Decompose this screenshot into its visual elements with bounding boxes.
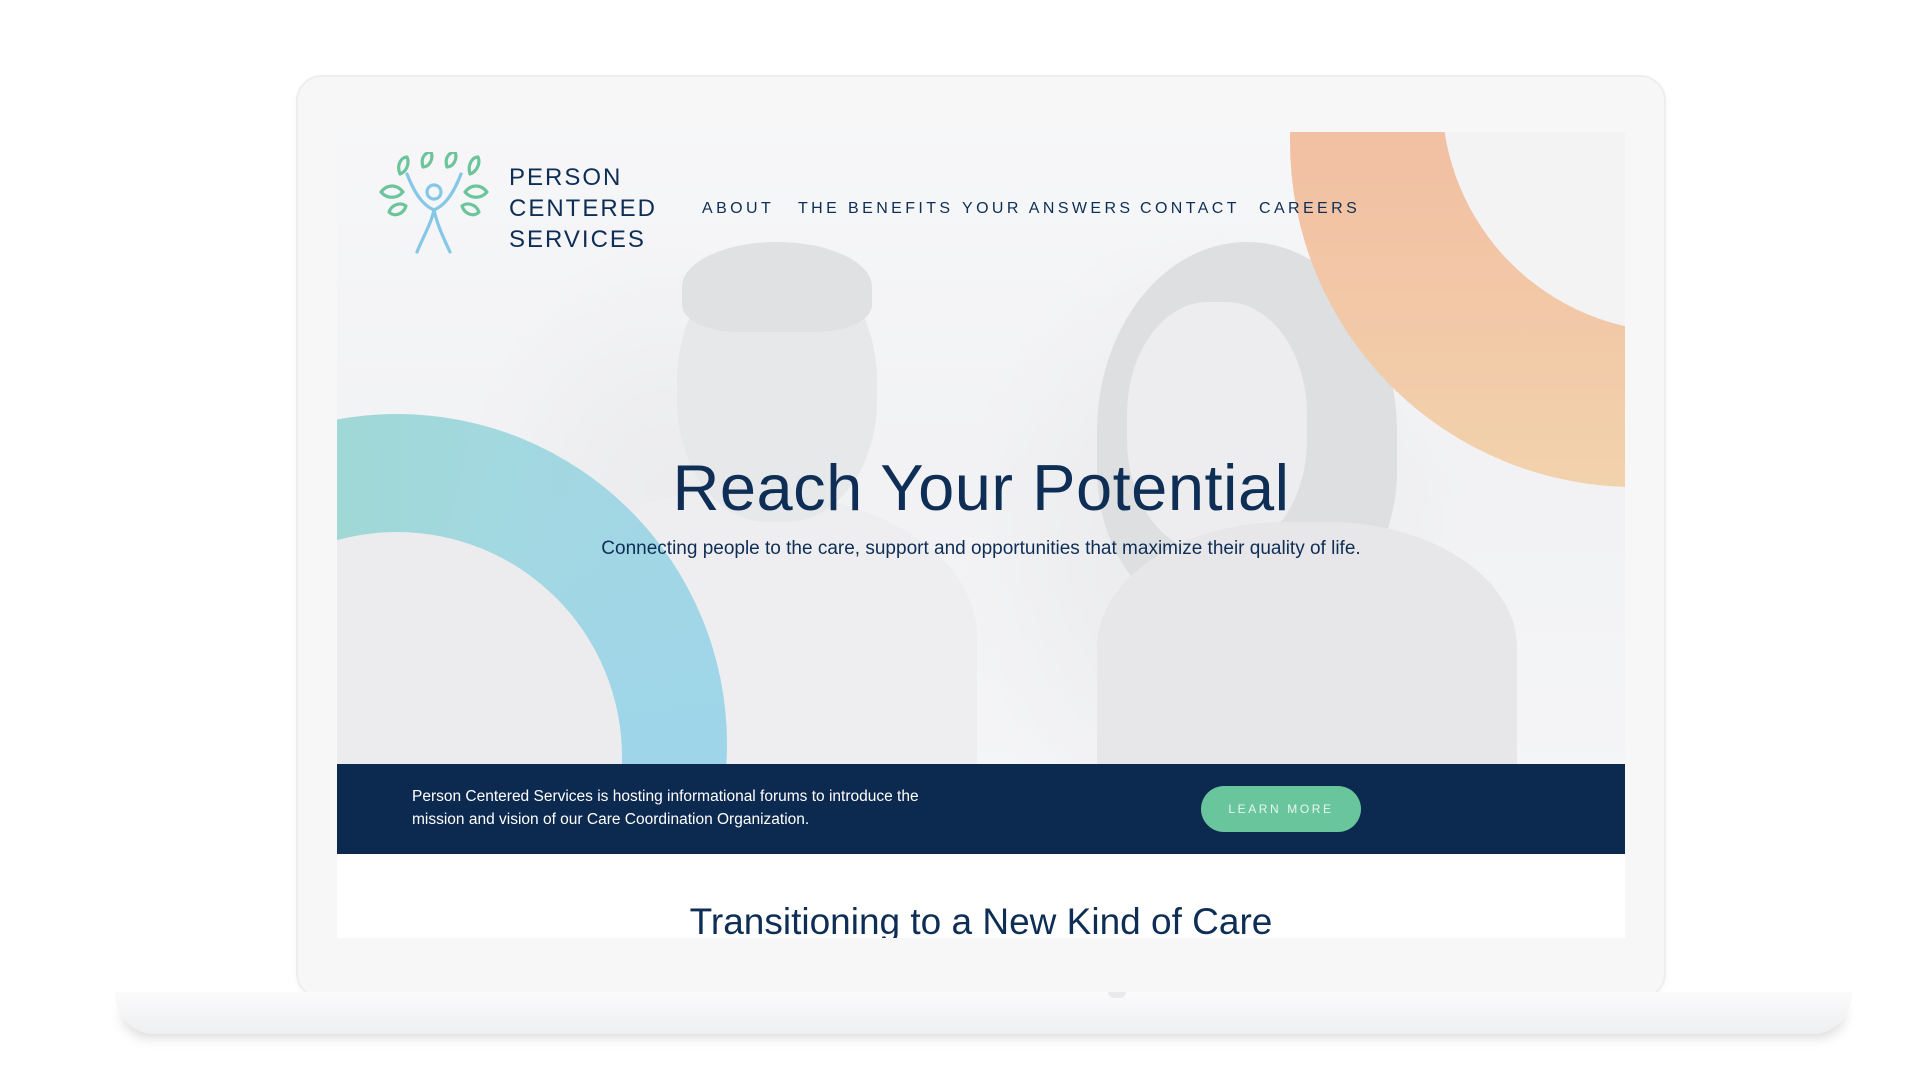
learn-more-button[interactable]: LEARN MORE: [1201, 786, 1361, 832]
nav-item-contact[interactable]: CONTACT: [1140, 200, 1240, 218]
laptop-base: [115, 992, 1852, 1034]
brand-line-3: SERVICES: [509, 226, 646, 253]
nav-item-about[interactable]: ABOUT: [702, 200, 774, 218]
hero-section: PERSON CENTERED SERVICES ABOUT THE BENEF…: [337, 132, 1625, 764]
hero-subtitle: Connecting people to the care, support a…: [601, 538, 1361, 559]
section-title: Transitioning to a New Kind of Care: [689, 901, 1273, 938]
nav-item-careers[interactable]: CAREERS: [1259, 200, 1360, 218]
hero-title: Reach Your Potential: [672, 451, 1290, 524]
announcement-banner: Person Centered Services is hosting info…: [337, 764, 1625, 854]
nav-item-the-benefits[interactable]: THE BENEFITS: [798, 200, 953, 218]
brand-line-1: PERSON: [509, 164, 623, 191]
website-screen: PERSON CENTERED SERVICES ABOUT THE BENEF…: [337, 132, 1625, 938]
main-nav: ABOUT THE BENEFITS YOUR ANSWERS CONTACT …: [337, 200, 1625, 220]
nav-item-your-answers[interactable]: YOUR ANSWERS: [962, 200, 1134, 218]
banner-text: Person Centered Services is hosting info…: [412, 788, 919, 828]
